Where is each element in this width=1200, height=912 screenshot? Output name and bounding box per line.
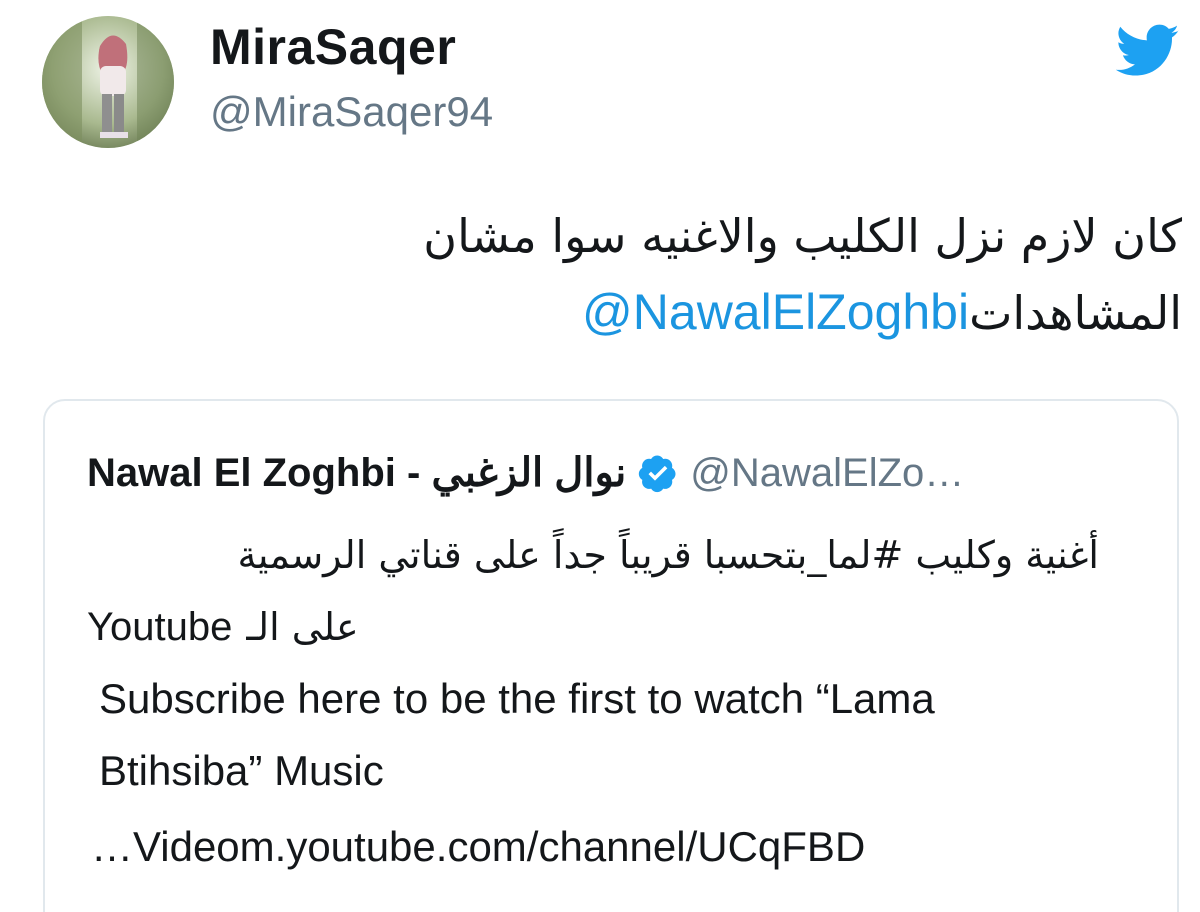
- quoted-tweet-card[interactable]: Nawal El Zoghbi - نوال الزغبي @NawalElZo…: [43, 399, 1179, 912]
- avatar[interactable]: [42, 16, 174, 148]
- quoted-arabic-line-2: Youtube على الـ: [87, 591, 1117, 663]
- profile-photo: [42, 16, 174, 148]
- quoted-tweet-body: أغنية وكليب #لما_بتحسبا قريباً جداً على …: [87, 519, 1117, 883]
- tweet-text: كان لازم نزل الكليب والاغنيه سوا مشان ال…: [62, 198, 1182, 351]
- tweet-line-2: المشاهدات@NawalElZoghbi: [62, 274, 1182, 351]
- author-display-name[interactable]: MiraSaqer: [210, 18, 456, 76]
- tweet-line-2-text: المشاهدات: [969, 286, 1182, 340]
- quoted-author-handle[interactable]: @NawalElZo…: [690, 451, 964, 496]
- quoted-author-name[interactable]: Nawal El Zoghbi - نوال الزغبي: [87, 450, 626, 496]
- quoted-arabic-line-1: أغنية وكليب #لما_بتحسبا قريباً جداً على …: [237, 533, 1099, 577]
- quoted-english-line-1: Subscribe here to be the first to watch …: [99, 675, 935, 722]
- mention-link[interactable]: @NawalElZoghbi: [582, 284, 969, 340]
- quoted-english-line-2: Btihsiba” Music: [99, 747, 384, 794]
- verified-badge-icon: [638, 453, 678, 493]
- quoted-arabic-prefix: على الـ: [246, 605, 359, 649]
- twitter-bird-icon[interactable]: [1116, 24, 1180, 78]
- quoted-link[interactable]: …Videom.youtube.com/channel/UCqFBD: [87, 811, 1117, 883]
- tweet-line-1: كان لازم نزل الكليب والاغنيه سوا مشان: [423, 209, 1182, 263]
- quoted-youtube-word: Youtube: [87, 605, 233, 649]
- author-handle[interactable]: @MiraSaqer94: [210, 88, 493, 136]
- quoted-tweet-header: Nawal El Zoghbi - نوال الزغبي @NawalElZo…: [87, 443, 1137, 503]
